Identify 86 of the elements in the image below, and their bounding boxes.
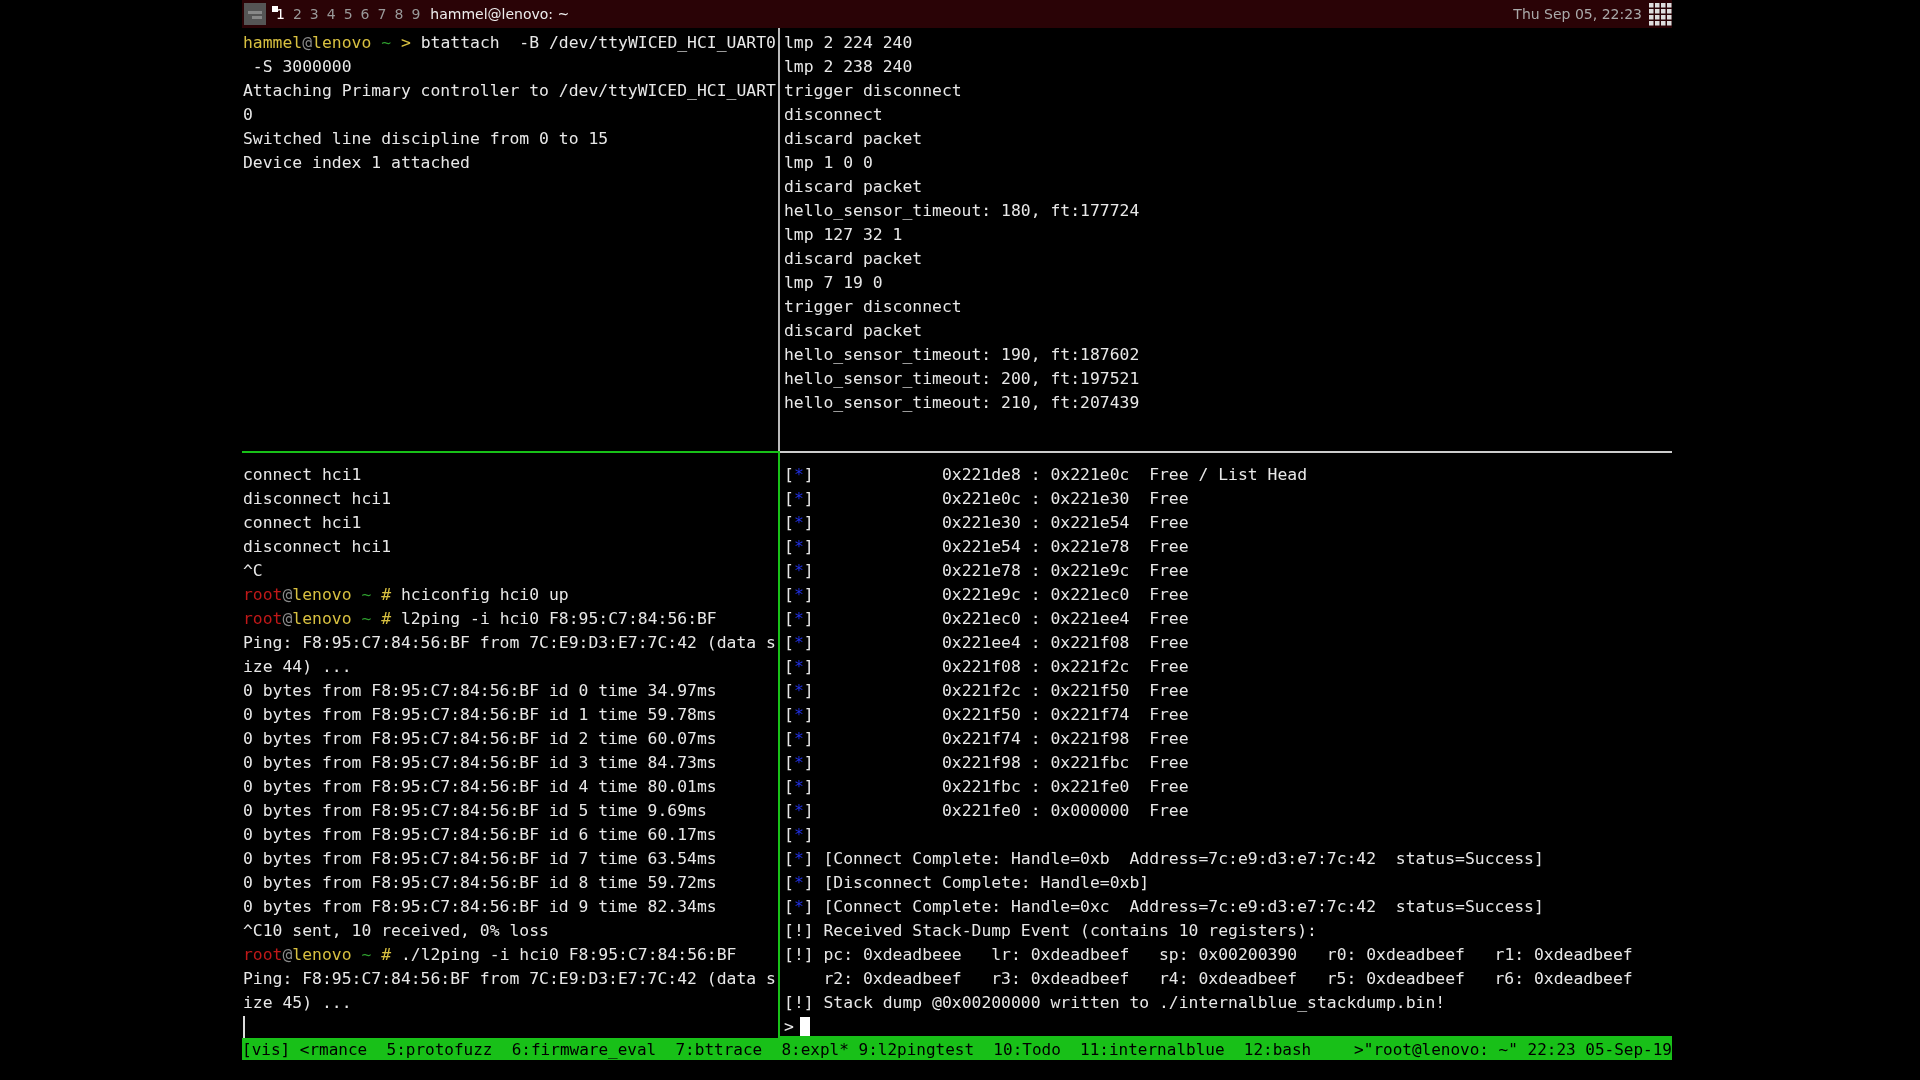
workspace-button[interactable]: 1 bbox=[272, 6, 289, 22]
output-line: disconnect hci1 bbox=[243, 536, 392, 558]
log-line: [*] 0x221f08 : 0x221f2c Free bbox=[784, 656, 1189, 678]
log-line: [*] 0x221fbc : 0x221fe0 Free bbox=[784, 776, 1189, 798]
output-line: ize 44) ... bbox=[243, 656, 352, 678]
output-line: discard packet bbox=[784, 128, 923, 150]
workspace-button[interactable]: 6 bbox=[356, 6, 374, 22]
workspace-button[interactable]: 5 bbox=[339, 6, 357, 22]
output-line: Attaching Primary controller to /dev/ttyWICED_HCI_UART bbox=[243, 80, 776, 102]
output-line: lmp 2 224 240 bbox=[784, 32, 913, 54]
output-line: discard packet bbox=[784, 320, 923, 342]
output-line: connect hci1 bbox=[243, 512, 362, 534]
workspace-button[interactable]: 3 bbox=[305, 6, 323, 22]
grid-icon[interactable] bbox=[1648, 2, 1672, 26]
prompt-line: root@lenovo ~ # l2ping -i hci0 F8:95:C7:84:56:BF bbox=[243, 608, 717, 630]
log-line: [!] pc: 0xdeadbeee lr: 0xdeadbeef sp: 0x00200390 r0: 0xdeadbeef r1: 0xdeadbeef bbox=[784, 944, 1633, 966]
log-line: [*] 0x221fe0 : 0x000000 Free bbox=[784, 800, 1189, 822]
workspace-button[interactable]: 7 bbox=[373, 6, 391, 22]
window-title: hammel@lenovo: ~ bbox=[430, 6, 570, 22]
log-line: [*] [Connect Complete: Handle=0xb Address=7c:e9:d3:e7:7c:42 status=Success] bbox=[784, 848, 1544, 870]
log-line: [*] [Disconnect Complete: Handle=0xb] bbox=[784, 872, 1150, 894]
output-line: lmp 1 0 0 bbox=[784, 152, 873, 174]
output-line: trigger disconnect bbox=[784, 296, 962, 318]
log-line: [*] 0x221f2c : 0x221f50 Free bbox=[784, 680, 1189, 702]
output-line: Ping: F8:95:C7:84:56:BF from 7C:E9:D3:E7:7C:42 (data s bbox=[243, 968, 776, 990]
output-line: 0 bytes from F8:95:C7:84:56:BF id 6 time 60.17ms bbox=[243, 824, 717, 846]
output-line: 0 bytes from F8:95:C7:84:56:BF id 0 time 34.97ms bbox=[243, 680, 717, 702]
prompt-line: hammel@lenovo ~ > btattach -B /dev/ttyWICED_HCI_UART0 bbox=[243, 32, 776, 54]
output-line: lmp 2 238 240 bbox=[784, 56, 913, 78]
logo-icon bbox=[242, 1, 268, 27]
log-line: [*] 0x221f98 : 0x221fbc Free bbox=[784, 752, 1189, 774]
log-line: [*] 0x221e9c : 0x221ec0 Free bbox=[784, 584, 1189, 606]
output-line: 0 bytes from F8:95:C7:84:56:BF id 1 time 59.78ms bbox=[243, 704, 717, 726]
output-line: disconnect hci1 bbox=[243, 488, 392, 510]
log-line: [!] Received Stack-Dump Event (contains 10 registers): bbox=[784, 920, 1317, 942]
window-list: [vis] <rmance 5:protofuzz 6:firmware_eval 7:bttrace 8:expl* 9:l2pingtest 10:Todo 11:internalblue 12:bash bbox=[242, 1039, 1312, 1059]
log-line: [*] 0x221ec0 : 0x221ee4 Free bbox=[784, 608, 1189, 630]
log-line: [*] 0x221f50 : 0x221f74 Free bbox=[784, 704, 1189, 726]
output-line: connect hci1 bbox=[243, 464, 362, 486]
output-line: 0 bytes from F8:95:C7:84:56:BF id 3 time 84.73ms bbox=[243, 752, 717, 774]
output-line: discard packet bbox=[784, 176, 923, 198]
output-line: Switched line discipline from 0 to 15 bbox=[243, 128, 609, 150]
output-line: lmp 127 32 1 bbox=[784, 224, 903, 246]
log-line: [!] Stack dump @0x00200000 written to ./internalblue_stackdump.bin! bbox=[784, 992, 1446, 1014]
log-line: [*] 0x221f74 : 0x221f98 Free bbox=[784, 728, 1189, 750]
clock: Thu Sep 05, 22:23 bbox=[1513, 6, 1642, 22]
workspace-button[interactable]: 4 bbox=[322, 6, 340, 22]
log-line: [*] 0x221de8 : 0x221e0c Free / List Head bbox=[784, 464, 1308, 486]
log-line: [*] 0x221e0c : 0x221e30 Free bbox=[784, 488, 1189, 510]
log-line: [*] 0x221ee4 : 0x221f08 Free bbox=[784, 632, 1189, 654]
output-line: trigger disconnect bbox=[784, 80, 962, 102]
output-line: 0 bytes from F8:95:C7:84:56:BF id 5 time 9.69ms bbox=[243, 800, 707, 822]
output-line: 0 bbox=[243, 104, 253, 126]
output-line: discard packet bbox=[784, 248, 923, 270]
output-line: 0 bytes from F8:95:C7:84:56:BF id 2 time 60.07ms bbox=[243, 728, 717, 750]
output-line: ize 45) ... bbox=[243, 992, 352, 1014]
output-line: disconnect bbox=[784, 104, 883, 126]
log-line: [*] 0x221e78 : 0x221e9c Free bbox=[784, 560, 1189, 582]
workspace-button[interactable]: 9 bbox=[407, 6, 425, 22]
output-line: 0 bytes from F8:95:C7:84:56:BF id 4 time 80.01ms bbox=[243, 776, 717, 798]
output-line: 0 bytes from F8:95:C7:84:56:BF id 8 time 59.72ms bbox=[243, 872, 717, 894]
log-line: [*] 0x221e54 : 0x221e78 Free bbox=[784, 536, 1189, 558]
log-line: [*] 0x221e30 : 0x221e54 Free bbox=[784, 512, 1189, 534]
output-line: hello_sensor_timeout: 190, ft:187602 bbox=[784, 344, 1140, 366]
workspace-button[interactable]: 8 bbox=[390, 6, 408, 22]
status-text: >"root@lenovo: ~" 22:23 05-Sep-19 bbox=[1354, 1039, 1672, 1059]
workspace-button[interactable]: 2 bbox=[288, 6, 306, 22]
output-line: Device index 1 attached bbox=[243, 152, 470, 174]
output-line: hello_sensor_timeout: 180, ft:177724 bbox=[784, 200, 1140, 222]
output-line: Ping: F8:95:C7:84:56:BF from 7C:E9:D3:E7:7C:42 (data s bbox=[243, 632, 776, 654]
log-line: [*] [Connect Complete: Handle=0xc Address=7c:e9:d3:e7:7c:42 status=Success] bbox=[784, 896, 1544, 918]
output-line: lmp 7 19 0 bbox=[784, 272, 883, 294]
output-line: -S 3000000 bbox=[251, 56, 352, 78]
output-line: 0 bytes from F8:95:C7:84:56:BF id 7 time 63.54ms bbox=[243, 848, 717, 870]
output-line: ^C bbox=[243, 560, 263, 582]
input-prompt: > bbox=[784, 1016, 794, 1036]
text-cursor bbox=[799, 1016, 810, 1036]
text-cursor bbox=[243, 1016, 245, 1038]
prompt-line: root@lenovo ~ # ./l2ping -i hci0 F8:95:C7:84:56:BF bbox=[243, 944, 737, 966]
output-line: hello_sensor_timeout: 200, ft:197521 bbox=[784, 368, 1140, 390]
output-line: 0 bytes from F8:95:C7:84:56:BF id 9 time 82.34ms bbox=[243, 896, 717, 918]
log-line: [*] bbox=[784, 824, 814, 846]
prompt-line: root@lenovo ~ # hciconfig hci0 up bbox=[243, 584, 569, 606]
output-line: r2: 0xdeadbeef r3: 0xdeadbeef r4: 0xdeadbeef r5: 0xdeadbeef r6: 0xdeadbeef bbox=[822, 968, 1633, 990]
output-line: hello_sensor_timeout: 210, ft:207439 bbox=[784, 392, 1140, 414]
output-line: ^C10 sent, 10 received, 0% loss bbox=[243, 920, 549, 942]
